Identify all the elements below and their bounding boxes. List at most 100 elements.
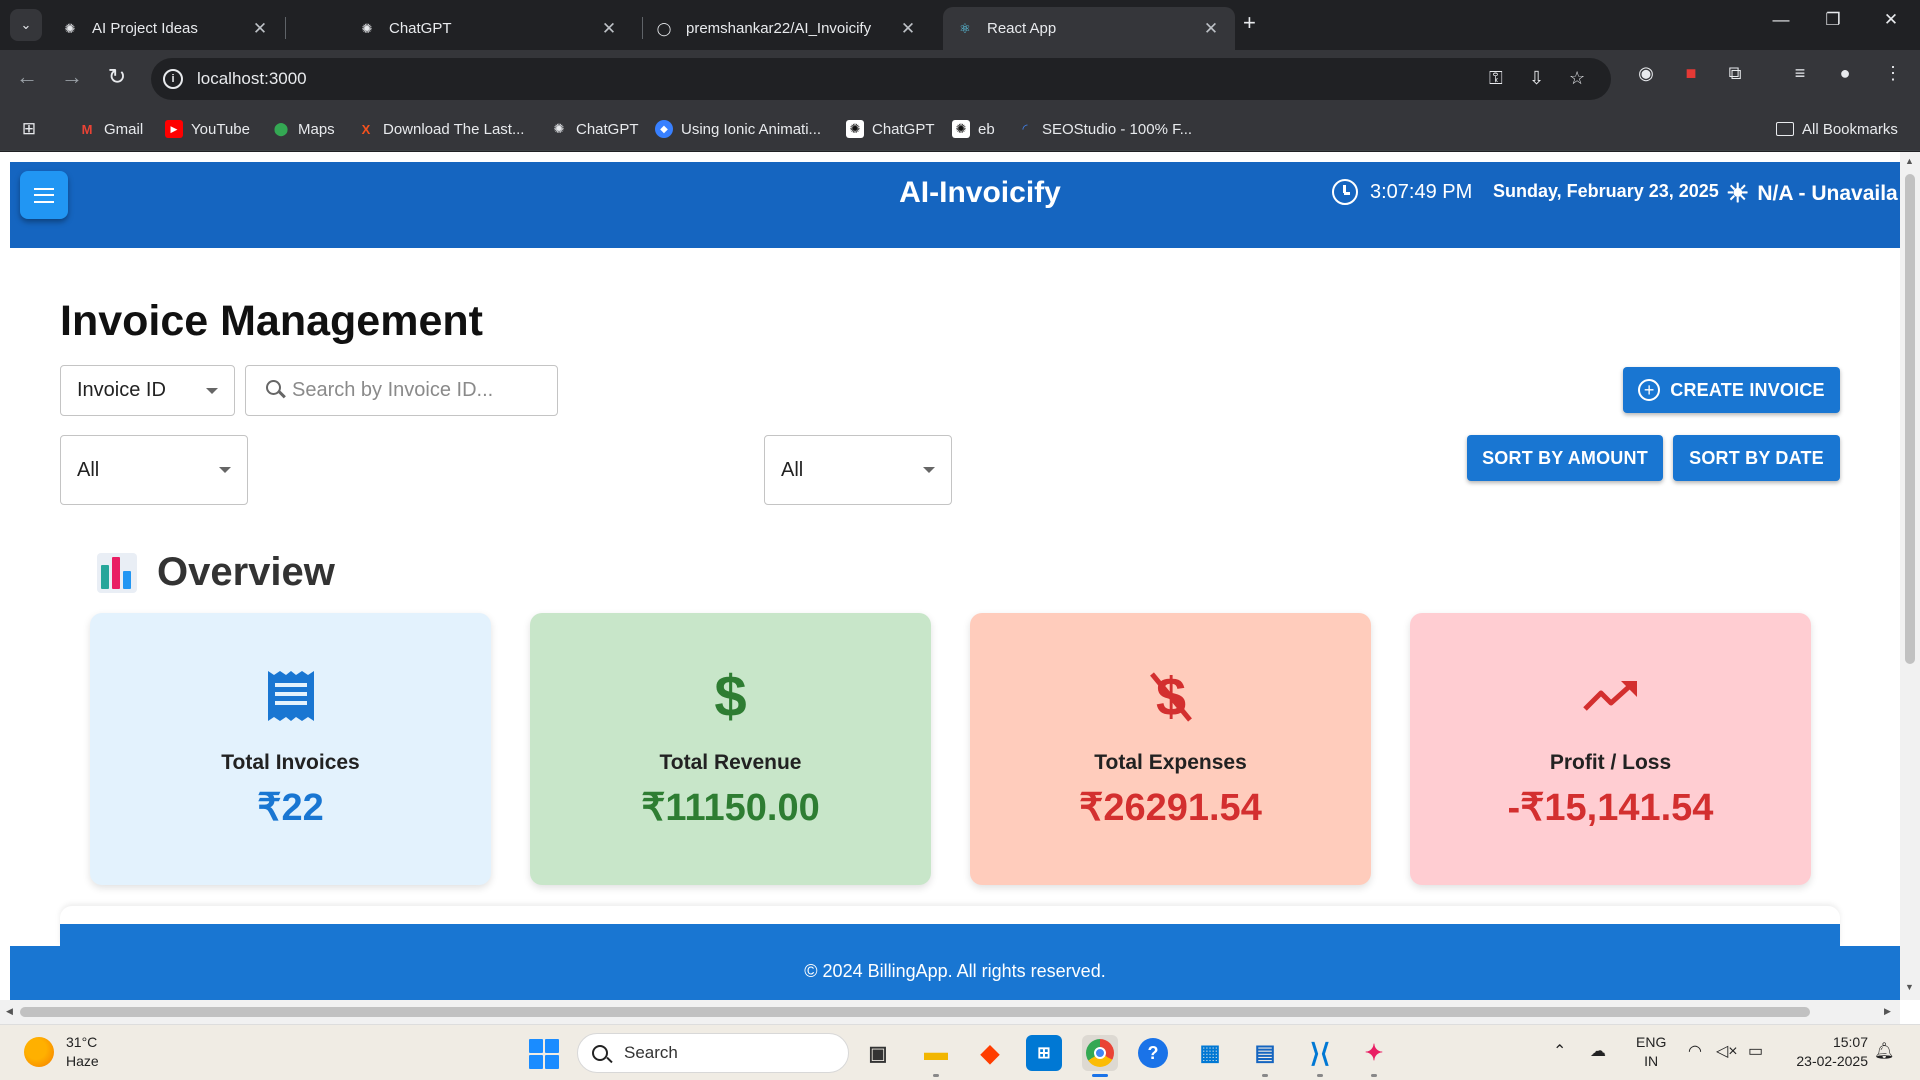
- create-invoice-button[interactable]: + CREATE INVOICE: [1623, 367, 1840, 413]
- back-button[interactable]: ←: [12, 64, 42, 90]
- wifi-icon[interactable]: ◠: [1688, 1041, 1702, 1061]
- close-icon[interactable]: ✕: [599, 19, 619, 39]
- reload-button[interactable]: ↻: [102, 64, 132, 90]
- taskbar-time: 15:07: [1832, 1034, 1868, 1050]
- install-app-icon[interactable]: ⇩: [1529, 68, 1544, 89]
- url-text[interactable]: localhost:3000: [197, 69, 307, 89]
- file-explorer-icon[interactable]: ▬: [918, 1035, 954, 1071]
- browser-tab-strip: ⌄ ✺ AI Project Ideas ✕ ✺ ChatGPT ✕ ◯ pre…: [0, 0, 1920, 50]
- restore-button[interactable]: ❐: [1818, 10, 1848, 30]
- chatgpt-icon: ✺: [846, 120, 864, 138]
- forward-button[interactable]: →: [57, 64, 87, 90]
- chevron-up-icon[interactable]: ⌃: [1553, 1041, 1566, 1061]
- scroll-right-icon[interactable]: ▶: [1884, 1006, 1891, 1017]
- youtube-icon: ▶: [165, 120, 183, 138]
- chrome-icon[interactable]: [1082, 1035, 1118, 1071]
- close-window-button[interactable]: ✕: [1876, 10, 1906, 30]
- bookmark-ionic[interactable]: ◆ Using Ionic Animati...: [655, 118, 821, 140]
- arrow-left-icon: ←: [16, 64, 38, 89]
- bar-chart-icon: [97, 552, 137, 593]
- bookmark-seostudio[interactable]: ◜ SEOStudio - 100% F...: [1016, 118, 1192, 140]
- search-input[interactable]: [292, 379, 552, 402]
- lang-line1: ENG: [1636, 1034, 1667, 1050]
- extension-red-icon[interactable]: ■: [1678, 63, 1704, 84]
- search-input-box[interactable]: [245, 365, 558, 416]
- remote-desktop-icon[interactable]: ▦: [1192, 1035, 1228, 1071]
- bookmark-eb[interactable]: ✺ eb: [952, 118, 995, 140]
- filter-select-one[interactable]: All: [60, 435, 248, 505]
- chevron-down-icon: ⌄: [20, 17, 32, 32]
- search-field-select[interactable]: Invoice ID: [60, 365, 235, 416]
- close-icon[interactable]: ✕: [1201, 19, 1221, 39]
- copilot-icon[interactable]: ✦: [1356, 1035, 1392, 1071]
- vertical-scroll-thumb[interactable]: [1905, 174, 1915, 664]
- tab-github-repo[interactable]: ◯ premshankar22/AI_Invoicify ✕: [642, 7, 932, 50]
- language-indicator[interactable]: ENG IN: [1636, 1033, 1666, 1071]
- close-icon[interactable]: ✕: [898, 19, 918, 39]
- tab-search-button[interactable]: ⌄: [10, 9, 42, 41]
- search-icon: [592, 1045, 608, 1061]
- bookmark-star-icon[interactable]: ☆: [1569, 68, 1585, 89]
- browser-toolbar: ← → ↻ i localhost:3000 ⚿ ⇩ ☆: [0, 50, 1920, 107]
- all-bookmarks-folder[interactable]: All Bookmarks: [1776, 118, 1898, 140]
- bookmark-maps[interactable]: ⬤ Maps: [272, 118, 335, 140]
- tab-ai-project-ideas[interactable]: ✺ AI Project Ideas ✕: [48, 7, 284, 50]
- taskbar-search[interactable]: Search: [577, 1033, 849, 1073]
- bookmark-chatgpt[interactable]: ✺ ChatGPT: [550, 118, 639, 140]
- password-key-icon[interactable]: ⚿: [1489, 68, 1503, 89]
- more-menu-icon[interactable]: ⋮: [1880, 63, 1906, 84]
- horizontal-scrollbar[interactable]: ◀ ▶: [0, 1000, 1900, 1024]
- sort-by-date-button[interactable]: SORT BY DATE: [1673, 435, 1840, 481]
- x-icon: X: [361, 121, 371, 137]
- card-label: Total Invoices: [221, 751, 360, 774]
- tab-react-app[interactable]: ⚛ React App ✕: [943, 7, 1235, 50]
- scroll-left-icon[interactable]: ◀: [6, 1006, 13, 1017]
- profit-loss-card: Profit / Loss -₹15,141.54: [1410, 613, 1811, 885]
- ionic-icon: ◆: [655, 120, 673, 138]
- address-bar[interactable]: i localhost:3000 ⚿ ⇩ ☆: [151, 58, 1611, 100]
- extensions-puzzle-icon[interactable]: ⧉: [1722, 63, 1748, 84]
- notification-bell-icon[interactable]: 🔔︎: [1874, 1041, 1894, 1061]
- new-tab-button[interactable]: +: [1243, 10, 1256, 36]
- microsoft-store-icon[interactable]: ⊞: [1026, 1035, 1062, 1071]
- overview-heading: Overview: [97, 550, 335, 595]
- apps-grid-icon[interactable]: ⊞: [20, 118, 46, 140]
- battery-icon[interactable]: ▭: [1748, 1041, 1763, 1061]
- seostudio-icon: ◜: [1022, 121, 1028, 136]
- running-indicator: [1262, 1074, 1268, 1077]
- site-info-icon[interactable]: i: [163, 69, 183, 89]
- chatgpt-icon: ✺: [64, 20, 76, 36]
- bookmark-chatgpt-2[interactable]: ✺ ChatGPT: [846, 118, 935, 140]
- sort-by-amount-button[interactable]: SORT BY AMOUNT: [1467, 435, 1663, 481]
- bookmark-download[interactable]: X Download The Last...: [357, 118, 525, 140]
- bookmark-label: ChatGPT: [576, 120, 639, 138]
- help-icon[interactable]: ?: [1138, 1038, 1168, 1068]
- bookmark-gmail[interactable]: M Gmail: [78, 118, 144, 140]
- minimize-button[interactable]: —: [1766, 10, 1796, 30]
- taskbar-weather-widget[interactable]: 31°C Haze: [24, 1033, 99, 1071]
- task-view-icon[interactable]: ▣: [860, 1035, 896, 1071]
- dropdown-caret-icon: [923, 467, 935, 473]
- scroll-down-icon[interactable]: ▼: [1905, 982, 1914, 992]
- filter-select-two[interactable]: All: [764, 435, 952, 505]
- volume-muted-icon[interactable]: ◁×: [1716, 1041, 1738, 1061]
- sort-amount-label: SORT BY AMOUNT: [1482, 447, 1648, 468]
- start-button[interactable]: [529, 1039, 559, 1069]
- vertical-scrollbar[interactable]: ▲ ▼: [1900, 152, 1920, 1000]
- header-clock: 3:07:49 PM: [1332, 179, 1472, 205]
- git-app-icon[interactable]: ◆: [972, 1035, 1008, 1071]
- vscode-icon[interactable]: ⟩⟨: [1302, 1035, 1338, 1071]
- onedrive-icon[interactable]: ☁: [1590, 1041, 1606, 1061]
- scroll-up-icon[interactable]: ▲: [1905, 156, 1914, 166]
- notepad-icon[interactable]: ▤: [1247, 1035, 1283, 1071]
- extension-radar-icon[interactable]: ◉: [1633, 63, 1659, 84]
- profile-avatar-icon[interactable]: ●: [1832, 63, 1858, 84]
- media-control-icon[interactable]: ≡: [1787, 63, 1813, 84]
- taskbar-clock[interactable]: 15:07 23-02-2025: [1780, 1033, 1868, 1071]
- horizontal-scroll-thumb[interactable]: [20, 1007, 1810, 1017]
- close-icon[interactable]: ✕: [250, 19, 270, 39]
- bookmark-label: Download The Last...: [383, 120, 525, 138]
- bookmark-youtube[interactable]: ▶ YouTube: [165, 118, 250, 140]
- tab-chatgpt[interactable]: ✺ ChatGPT ✕: [345, 7, 633, 50]
- current-time: 3:07:49 PM: [1370, 180, 1473, 203]
